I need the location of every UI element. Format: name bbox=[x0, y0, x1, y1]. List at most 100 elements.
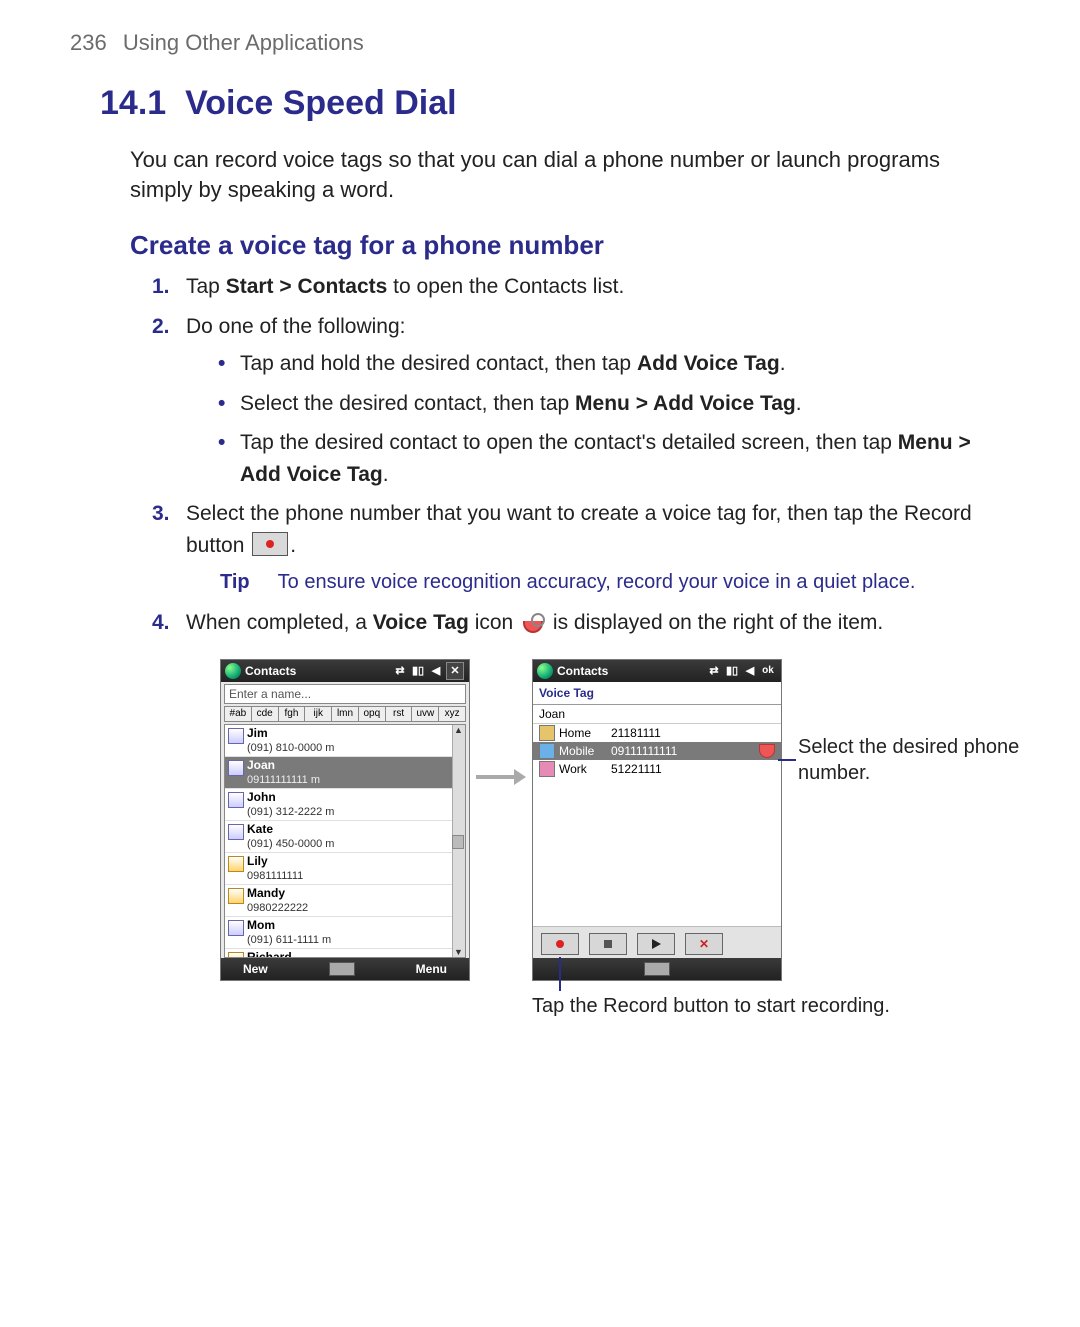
volume-icon[interactable]: ◀ bbox=[742, 663, 758, 679]
alpha-tab[interactable]: ijk bbox=[304, 706, 331, 722]
phone-number-row[interactable]: Work51221111 bbox=[533, 760, 781, 778]
contact-type-icon bbox=[228, 792, 244, 808]
tip: TipTo ensure voice recognition accuracy,… bbox=[220, 567, 990, 597]
phone-number: 21181111 bbox=[611, 726, 775, 740]
close-icon[interactable]: ✕ bbox=[446, 662, 464, 680]
step-4: 4. When completed, a Voice Tag icon is d… bbox=[152, 607, 990, 639]
step-text: Tap bbox=[186, 275, 226, 298]
alpha-tab[interactable]: uvw bbox=[411, 706, 438, 722]
alpha-tab[interactable]: #ab bbox=[224, 706, 251, 722]
start-icon[interactable] bbox=[537, 663, 553, 679]
record-button[interactable] bbox=[541, 933, 579, 955]
bold-text: Start > Contacts bbox=[226, 275, 388, 298]
contact-row[interactable]: Mandy0980222222 bbox=[225, 885, 453, 917]
step-text: Select the phone number that you want to… bbox=[186, 502, 972, 557]
soft-key-bar: New Menu bbox=[221, 958, 469, 980]
scroll-thumb[interactable] bbox=[452, 835, 464, 849]
callout-select-number: Select the desired phone number. bbox=[798, 734, 1028, 786]
voice-tag-heading: Voice Tag bbox=[533, 682, 781, 705]
phone-number: 51221111 bbox=[611, 762, 775, 776]
phone-number-row[interactable]: Mobile09111111111 bbox=[533, 742, 781, 760]
step-number: 3. bbox=[152, 498, 170, 530]
scrollbar[interactable] bbox=[452, 725, 465, 957]
search-input[interactable]: Enter a name... bbox=[224, 684, 466, 704]
title-bar: Contacts ⇄ ▮▯ ◀ ✕ bbox=[221, 660, 469, 682]
contact-phone: (091) 810-0000 m bbox=[247, 742, 334, 754]
contact-phone: 09111111111 m bbox=[247, 774, 320, 786]
connectivity-icon[interactable]: ⇄ bbox=[706, 663, 722, 679]
sub-bullets: Tap and hold the desired contact, then t… bbox=[216, 348, 990, 490]
bullet-text: Tap the desired contact to open the cont… bbox=[240, 431, 898, 454]
manual-page: 236 Using Other Applications 14.1 Voice … bbox=[0, 0, 1080, 1079]
stop-button[interactable] bbox=[589, 933, 627, 955]
phone-number-row[interactable]: Home21181111 bbox=[533, 724, 781, 742]
recorder-controls: ✕ bbox=[533, 927, 781, 961]
contact-row[interactable]: Jim (091) 810-0000 m bbox=[225, 725, 453, 757]
alpha-tab[interactable]: fgh bbox=[278, 706, 305, 722]
phone-number-list[interactable]: Home21181111Mobile09111111111Work5122111… bbox=[533, 724, 781, 927]
alpha-filter-tabs[interactable]: #abcdefghijklmnopqrstuvwxyz bbox=[224, 706, 466, 722]
bullet-text: . bbox=[383, 463, 389, 486]
volume-icon[interactable]: ◀ bbox=[428, 663, 444, 679]
contact-row[interactable]: Lily0981111111 bbox=[225, 853, 453, 885]
softkey-new[interactable]: New bbox=[243, 962, 268, 976]
section-title: 14.1 Voice Speed Dial bbox=[100, 84, 1010, 123]
callout-leader-line bbox=[778, 759, 796, 761]
bullet-text: Select the desired contact, then tap bbox=[240, 392, 575, 415]
contact-phone: (091) 312-2222 m bbox=[247, 806, 334, 818]
running-title: Using Other Applications bbox=[123, 30, 364, 55]
bold-text: Menu > Add Voice Tag bbox=[575, 392, 796, 415]
phone-type-icon bbox=[539, 725, 555, 741]
phone-type-icon bbox=[539, 743, 555, 759]
section-name: Voice Speed Dial bbox=[185, 84, 456, 122]
ok-button[interactable]: ok bbox=[760, 663, 776, 679]
step-number: 4. bbox=[152, 607, 170, 639]
bold-text: Voice Tag bbox=[373, 611, 469, 634]
contact-name: Joan bbox=[533, 705, 781, 724]
connectivity-icon[interactable]: ⇄ bbox=[392, 663, 408, 679]
bullet-item: Select the desired contact, then tap Men… bbox=[216, 388, 990, 420]
steps-list: 1. Tap Start > Contacts to open the Cont… bbox=[152, 271, 990, 639]
keyboard-icon[interactable] bbox=[644, 962, 670, 976]
contact-row[interactable]: Joan 09111111111 m bbox=[225, 757, 453, 789]
screenshot-contacts-list: Contacts ⇄ ▮▯ ◀ ✕ Enter a name... #abcde… bbox=[220, 659, 470, 981]
softkey-menu[interactable]: Menu bbox=[416, 962, 447, 976]
play-button[interactable] bbox=[637, 933, 675, 955]
contact-name: Joan bbox=[247, 759, 449, 772]
alpha-tab[interactable]: rst bbox=[385, 706, 412, 722]
phone-type-label: Work bbox=[559, 762, 611, 776]
contact-type-icon bbox=[228, 920, 244, 936]
signal-icon: ▮▯ bbox=[724, 663, 740, 679]
alpha-tab[interactable]: xyz bbox=[438, 706, 466, 722]
step-text: When completed, a bbox=[186, 611, 373, 634]
alpha-tab[interactable]: opq bbox=[358, 706, 385, 722]
contact-phone: 0981111111 bbox=[247, 870, 303, 882]
running-head: 236 Using Other Applications bbox=[70, 30, 1010, 56]
contact-row[interactable]: Mom (091) 611-1111 m bbox=[225, 917, 453, 949]
phone-type-icon bbox=[539, 761, 555, 777]
alpha-tab[interactable]: cde bbox=[251, 706, 278, 722]
soft-key-bar bbox=[533, 958, 781, 980]
tip-label: Tip bbox=[220, 571, 250, 593]
contact-name: Mandy bbox=[247, 887, 449, 900]
keyboard-icon[interactable] bbox=[329, 962, 355, 976]
contact-row[interactable]: Richard0912333333 bbox=[225, 949, 453, 958]
contact-row[interactable]: John(091) 312-2222 m bbox=[225, 789, 453, 821]
contact-type-icon bbox=[228, 856, 244, 872]
step-number: 2. bbox=[152, 311, 170, 343]
screenshot-voice-tag: Contacts ⇄ ▮▯ ◀ ok Voice Tag Joan Home21… bbox=[532, 659, 782, 981]
bullet-item: Tap the desired contact to open the cont… bbox=[216, 427, 990, 490]
start-icon[interactable] bbox=[225, 663, 241, 679]
window-title: Contacts bbox=[245, 664, 296, 678]
step-text: Do one of the following: bbox=[186, 315, 405, 338]
contact-phone: (091) 611-1111 m bbox=[247, 934, 331, 946]
delete-button[interactable]: ✕ bbox=[685, 933, 723, 955]
contacts-list[interactable]: Jim (091) 810-0000 m Joan 09111111111 m John… bbox=[224, 724, 466, 958]
contact-name: Mom bbox=[247, 919, 449, 932]
title-bar: Contacts ⇄ ▮▯ ◀ ok bbox=[533, 660, 781, 682]
contact-row[interactable]: Kate(091) 450-0000 m bbox=[225, 821, 453, 853]
phone-number: 09111111111 bbox=[611, 744, 755, 758]
alpha-tab[interactable]: lmn bbox=[331, 706, 358, 722]
signal-icon: ▮▯ bbox=[410, 663, 426, 679]
contact-name: Jim bbox=[247, 727, 449, 740]
